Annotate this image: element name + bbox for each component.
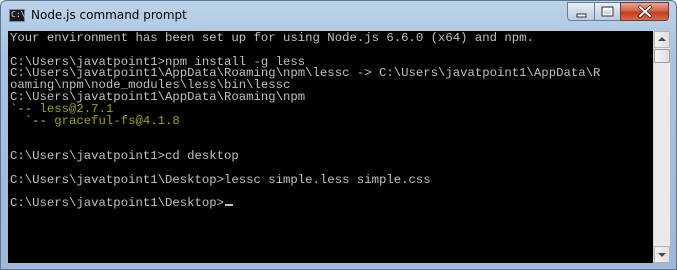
close-button[interactable] xyxy=(620,2,669,21)
arrow-down-icon xyxy=(658,253,666,257)
cmd-icon-glyph: C:\ xyxy=(11,10,26,19)
console-text: C:\Users\javatpoint1\Desktop>lessc simpl… xyxy=(10,172,431,187)
console-line: Your environment has been set up for usi… xyxy=(10,31,600,45)
text-cursor xyxy=(225,204,234,207)
scroll-up-button[interactable] xyxy=(654,31,670,48)
minimize-button[interactable] xyxy=(567,2,594,21)
vertical-scrollbar[interactable] xyxy=(653,31,670,263)
tree-branch: `-- xyxy=(10,113,55,128)
maximize-icon xyxy=(601,6,614,17)
title-bar[interactable]: C:\ Node.js command prompt xyxy=(1,1,676,31)
console-line: C:\Users\javatpoint1\Desktop> xyxy=(10,196,600,211)
console-text: C:\Users\javatpoint1\Desktop> xyxy=(10,196,225,211)
scroll-thumb[interactable] xyxy=(654,49,670,63)
close-icon xyxy=(637,4,653,19)
console-text: C:\Users\javatpoint1>cd desktop xyxy=(10,148,239,163)
console-line: C:\Users\javatpoint1>cd desktop xyxy=(10,148,600,163)
console-output[interactable]: Your environment has been set up for usi… xyxy=(8,31,653,263)
package-name: graceful-fs@4.1.8 xyxy=(54,113,180,128)
window-title: Node.js command prompt xyxy=(31,8,187,22)
arrow-up-icon xyxy=(658,37,666,41)
console-lines: Your environment has been set up for usi… xyxy=(10,31,600,211)
console-line: `-- graceful-fs@4.1.8 xyxy=(10,113,600,128)
console-line: C:\Users\javatpoint1\Desktop>lessc simpl… xyxy=(10,172,600,187)
scroll-down-button[interactable] xyxy=(654,246,670,263)
maximize-button[interactable] xyxy=(594,2,620,21)
console-text: Your environment has been set up for usi… xyxy=(10,31,534,45)
cmd-icon[interactable]: C:\ xyxy=(9,9,25,22)
command-prompt-window: C:\ Node.js command prompt Your environm… xyxy=(0,0,677,270)
minimize-icon xyxy=(576,13,587,18)
